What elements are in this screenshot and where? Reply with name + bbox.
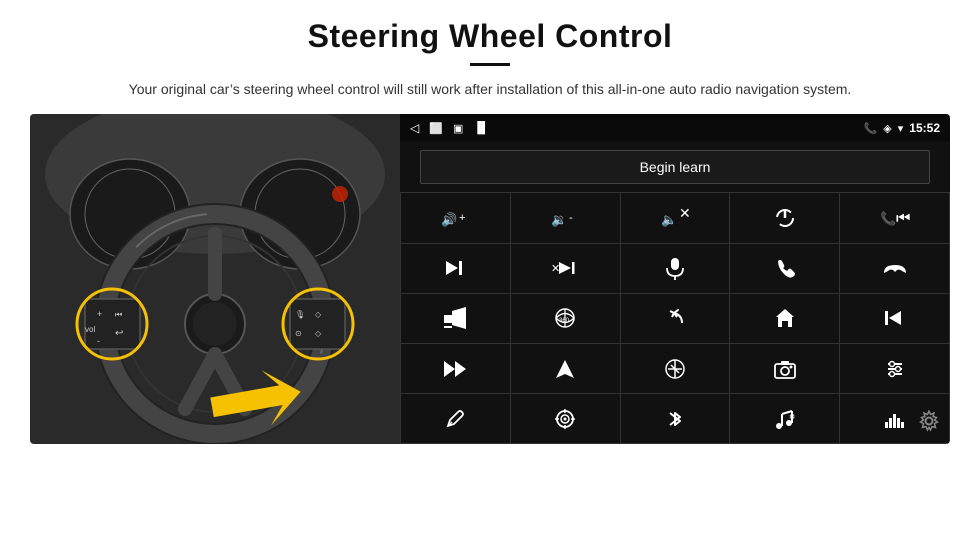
bluetooth-button[interactable] [621,394,730,443]
svg-text:🎙: 🎙 [295,310,305,319]
car-image: + vol - ⏮ ↩ 🎙 ◇ ⊙ ◇ [30,114,400,444]
status-right-area: 📞 ◈ ▾ 15:52 [864,121,940,135]
svg-text:◇: ◇ [315,310,322,319]
phone-prev-button[interactable]: 📞 ⏮ [840,193,949,242]
svg-text:📞: 📞 [880,210,897,226]
begin-learn-row: Begin learn [400,142,950,192]
svg-text:◇: ◇ [315,329,322,338]
svg-text:🔊: 🔊 [441,211,457,228]
next-button[interactable] [401,244,510,293]
svg-text:🔉: 🔉 [551,212,567,228]
title-divider [470,63,510,66]
status-bar: ◁ ⬜ ▣ ▐▌ 📞 ◈ ▾ 15:52 [400,114,950,142]
recent-nav-icon[interactable]: ▣ [453,122,463,135]
fast-fwd-button[interactable] [401,344,510,393]
begin-learn-button[interactable]: Begin learn [420,150,930,184]
svg-text:-: - [97,336,100,346]
pen-button[interactable] [401,394,510,443]
svg-text:🔈: 🔈 [661,212,677,228]
settings-gear-icon[interactable] [918,410,940,438]
svg-text:-: - [569,212,573,224]
home-button[interactable] [730,294,839,343]
skip-begin-button[interactable] [840,294,949,343]
vol-up-button[interactable]: 🔊+ [401,193,510,242]
horn-button[interactable] [401,294,510,343]
android-panel: ◁ ⬜ ▣ ▐▌ 📞 ◈ ▾ 15:52 Begin learn [400,114,950,444]
nav-icons: ◁ ⬜ ▣ ▐▌ [410,121,489,135]
svg-text:+: + [97,309,102,319]
camera-button[interactable] [730,344,839,393]
home-nav-icon[interactable]: ⬜ [429,122,443,135]
music-button[interactable]: ⚙ [730,394,839,443]
hangup-button[interactable] [840,244,949,293]
power-button[interactable] [730,193,839,242]
svg-text:vol: vol [85,325,95,334]
vol-down-button[interactable]: 🔉- [511,193,620,242]
target-button[interactable] [511,394,620,443]
mute-button[interactable]: 🔈✕ [621,193,730,242]
svg-text:⊙: ⊙ [295,329,302,338]
phone-button[interactable] [730,244,839,293]
360-button[interactable]: 360 [511,294,620,343]
svg-text:✕: ✕ [551,263,560,275]
nav-arrow-button[interactable] [511,344,620,393]
svg-text:360: 360 [559,318,570,324]
time-display: 15:52 [909,121,940,135]
back-nav-icon[interactable]: ◁ [410,121,419,135]
svg-text:✕: ✕ [679,208,689,221]
eq-button[interactable] [621,344,730,393]
settings-ctrl-button[interactable] [840,344,949,393]
shuffle-button[interactable]: ✕ [511,244,620,293]
svg-text:+: + [459,212,465,224]
location-icon: ◈ [883,122,891,135]
svg-text:⏮: ⏮ [115,310,122,319]
control-grid: 🔊+ 🔉- 🔈✕ 📞 ⏮ [400,192,950,444]
svg-text:↩: ↩ [115,328,123,339]
signal-icon: ▐▌ [473,122,489,134]
svg-text:⚙: ⚙ [789,413,795,421]
svg-text:⏮: ⏮ [896,210,910,227]
page-subtitle: Your original car’s steering wheel contr… [129,78,852,100]
phone-icon: 📞 [864,122,878,135]
mic-button[interactable] [621,244,730,293]
wifi-icon: ▾ [898,122,904,135]
page-title: Steering Wheel Control [308,18,673,55]
back-button[interactable] [621,294,730,343]
